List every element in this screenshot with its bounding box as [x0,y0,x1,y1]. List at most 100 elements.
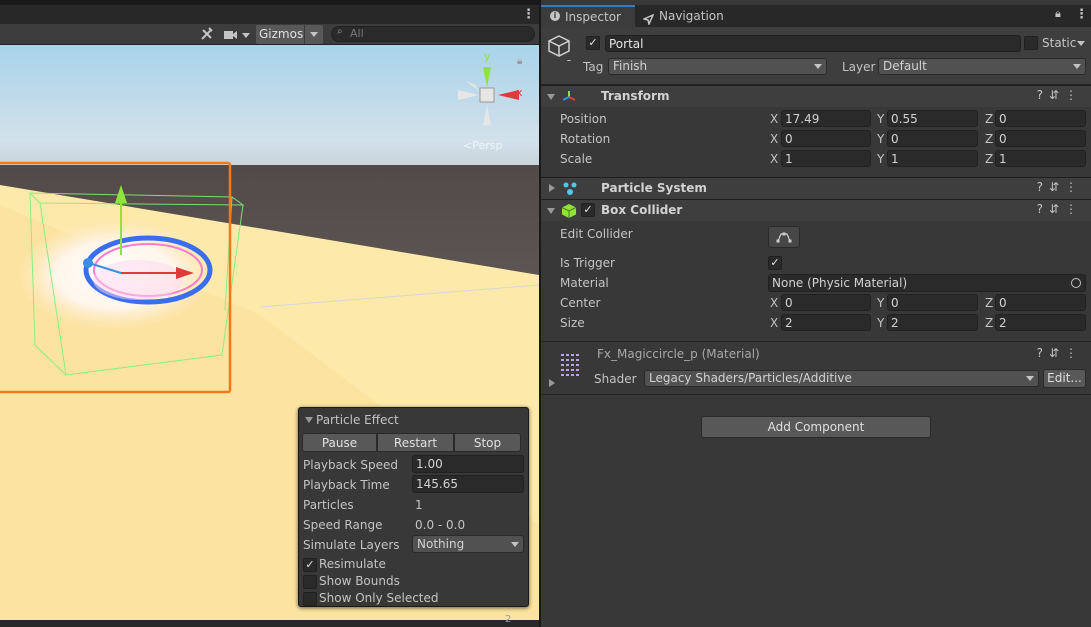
presets-icon[interactable]: ⇵ [1049,180,1065,194]
center-z-axis[interactable]: Z [985,296,993,310]
static-dropdown-icon[interactable] [1077,41,1085,46]
navigation-icon [641,10,655,27]
shader-label: Shader [594,372,637,386]
center-y-axis[interactable]: Y [877,296,884,310]
lock-icon[interactable]: 🔒︎ [517,56,522,67]
center-x-field[interactable]: 0 [781,294,871,311]
gizmos-dropdown[interactable]: Gizmos [256,25,323,44]
active-checkbox[interactable]: ✓ [586,36,600,50]
size-y-axis[interactable]: Y [877,316,884,330]
position-z-axis[interactable]: Z [985,112,993,126]
scale-x-axis[interactable]: X [770,152,778,166]
particle-effect-title: Particle Effect [316,413,399,427]
position-y-axis[interactable]: Y [877,112,884,126]
help-icon[interactable]: ? [1037,346,1049,360]
presets-icon[interactable]: ⇵ [1049,88,1065,102]
particles-value: 1 [415,498,423,512]
material-name: Fx_Magiccircle_p (Material) [597,347,760,361]
material-header-icons[interactable]: ?⇵⋮ [1037,346,1083,360]
simulate-layers-dropdown[interactable]: Nothing [412,535,524,553]
box-collider-header[interactable]: ✓ Box Collider ?⇵⋮ [541,199,1091,221]
particle-system-header[interactable]: Particle System ?⇵⋮ [541,177,1091,199]
tag-dropdown[interactable]: Finish [608,58,827,75]
edit-collider-button[interactable] [768,226,800,248]
playback-time-field[interactable]: 145.65 [412,475,524,493]
presets-icon[interactable]: ⇵ [1049,202,1065,216]
kebab-menu-icon[interactable]: ⋮ [1075,7,1088,22]
tab-navigation[interactable]: Navigation [635,5,745,27]
show-bounds-checkbox[interactable] [303,575,317,589]
particle-effect-header[interactable]: Particle Effect [299,412,528,428]
scale-x-field[interactable]: 1 [781,150,871,167]
foldout-open-icon [305,417,313,423]
static-checkbox[interactable] [1024,36,1038,50]
search-placeholder: All [350,27,364,40]
center-y-field[interactable]: 0 [887,294,978,311]
position-x-field[interactable]: 17.49 [781,110,871,127]
component-header-icons[interactable]: ?⇵⋮ [1037,180,1083,194]
size-x-axis[interactable]: X [770,316,778,330]
size-z-axis[interactable]: Z [985,316,993,330]
kebab-menu-icon[interactable]: ⋮ [522,7,535,22]
rotation-z-field[interactable]: 0 [995,130,1086,147]
foldout-closed-icon[interactable] [549,379,555,387]
component-header-icons[interactable]: ?⇵⋮ [1037,202,1083,216]
kebab-menu-icon[interactable]: ⋮ [1065,202,1083,216]
box-collider-enabled-checkbox[interactable]: ✓ [581,203,595,217]
pause-button[interactable]: Pause [302,433,377,452]
position-x-axis[interactable]: X [770,112,778,126]
rotation-x-axis[interactable]: X [770,132,778,146]
center-z-field[interactable]: 0 [995,294,1086,311]
kebab-menu-icon[interactable]: ⋮ [1065,88,1083,102]
presets-icon[interactable]: ⇵ [1049,346,1065,360]
tab-inspector[interactable]: i Inspector [541,5,635,27]
scale-y-axis[interactable]: Y [877,152,884,166]
rotation-z-axis[interactable]: Z [985,132,993,146]
restart-button[interactable]: Restart [377,433,454,452]
transform-header[interactable]: Transform ?⇵⋮ [541,85,1091,107]
rotation-x-field[interactable]: 0 [781,130,871,147]
center-x-axis[interactable]: X [770,296,778,310]
gizmo-y-label: y [484,50,491,63]
gizmo-x-label: x [516,86,523,99]
position-z-field[interactable]: 0 [995,110,1086,127]
help-icon[interactable]: ? [1037,180,1049,194]
kebab-menu-icon[interactable]: ⋮ [1065,346,1083,360]
info-icon: i [550,11,560,21]
rotation-y-axis[interactable]: Y [877,132,884,146]
size-x-field[interactable]: 2 [781,314,871,331]
scale-z-field[interactable]: 1 [995,150,1086,167]
shader-dropdown[interactable]: Legacy Shaders/Particles/Additive [644,370,1039,387]
material-field[interactable]: None (Physic Material) [768,274,1086,292]
chevron-down-icon [310,32,318,37]
show-only-selected-checkbox[interactable] [303,592,317,606]
stop-button[interactable]: Stop [454,433,521,452]
persp-label[interactable]: <Persp [463,139,502,152]
scale-y-field[interactable]: 1 [887,150,978,167]
scale-z-axis[interactable]: Z [985,152,993,166]
edit-shader-button[interactable]: Edit... [1043,369,1086,388]
is-trigger-checkbox[interactable]: ✓ [768,256,782,270]
help-icon[interactable]: ? [1037,202,1049,216]
object-name-field[interactable]: Portal [605,35,1021,52]
position-y-field[interactable]: 0.55 [887,110,978,127]
gameobject-cube-icon[interactable] [547,33,573,63]
object-picker-icon[interactable] [1071,278,1081,288]
add-component-button[interactable]: Add Component [701,416,931,438]
camera-icon[interactable] [222,28,252,42]
layer-dropdown[interactable]: Default [878,58,1086,75]
size-y-field[interactable]: 2 [887,314,978,331]
rotation-y-field[interactable]: 0 [887,130,978,147]
tools-icon[interactable] [197,24,217,44]
playback-speed-field[interactable]: 1.00 [412,455,524,473]
kebab-menu-icon[interactable]: ⋮ [1065,180,1083,194]
position-label: Position [560,112,607,126]
size-z-field[interactable]: 2 [995,314,1086,331]
bottom-count: 2 [505,614,512,625]
scene-search-input[interactable]: ⌕ All [331,26,535,42]
orientation-gizmo[interactable]: y x [455,50,525,125]
lock-icon[interactable]: 🔒︎ [1055,7,1061,21]
resimulate-checkbox[interactable]: ✓ [303,558,317,572]
help-icon[interactable]: ? [1037,88,1049,102]
component-header-icons[interactable]: ?⇵⋮ [1037,88,1083,102]
